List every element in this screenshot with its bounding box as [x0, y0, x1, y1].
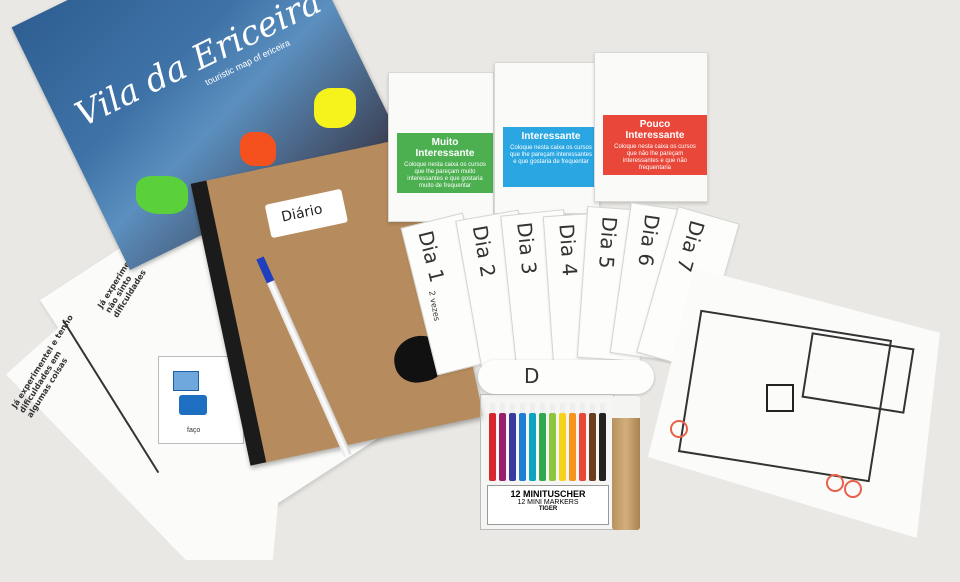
play-button-icon [766, 384, 794, 412]
wireframe-sheet [648, 268, 940, 538]
box-title: Pouco Interessante [625, 119, 685, 141]
day-slip-text: Dia 1 [413, 228, 450, 285]
marker [509, 403, 516, 481]
marker [489, 403, 496, 481]
marker-pack-subtitle: 12 MINI MARKERS [517, 499, 579, 506]
box-band: Interessante Coloque nesta caixa os curs… [503, 127, 599, 187]
notebook-label-text: Diário [280, 201, 324, 226]
sticky-note-orange [240, 132, 276, 166]
marker [579, 403, 586, 481]
marker-pack-title: 12 MINITUSCHER [510, 489, 586, 499]
fullscreen-icon [844, 480, 862, 498]
marker-pack: 12 MINITUSCHER 12 MINI MARKERS TIGER [480, 394, 614, 530]
box-pouco-interessante[interactable]: Pouco Interessante Coloque nesta caixa o… [594, 52, 708, 202]
day-slip-text: Dia 7 [671, 217, 710, 275]
box-muito-interessante[interactable]: Muito Interessante Coloque nesta caixa o… [388, 72, 494, 222]
day-slip-text: Dia 2 [467, 223, 501, 280]
glue-stick [612, 396, 640, 530]
volume-icon [826, 474, 844, 492]
play-control-icon [670, 420, 688, 438]
marker [499, 403, 506, 481]
rolled-slip: D [478, 360, 654, 394]
box-band: Muito Interessante Coloque nesta caixa o… [397, 133, 493, 193]
rolled-slip-text: D [524, 364, 540, 388]
map-title: Vila da Ericeira [69, 0, 328, 136]
sticky-note-green [136, 176, 188, 214]
box-band: Pouco Interessante Coloque nesta caixa o… [603, 115, 707, 175]
sticky-note-yellow [314, 88, 356, 128]
camera-icon [179, 395, 207, 415]
marker [569, 403, 576, 481]
marker [549, 403, 556, 481]
marker [539, 403, 546, 481]
notebook-label: Diário [264, 188, 349, 239]
box-title: Interessante [521, 131, 581, 142]
card-caption: faço [187, 427, 201, 434]
marker [519, 403, 526, 481]
box-desc: Coloque nesta caixa os cursos que não lh… [614, 144, 696, 171]
day-slip-text: Dia 5 [594, 215, 622, 270]
box-desc: Coloque nesta caixa os cursos que lhe pa… [509, 145, 593, 165]
box-desc: Coloque nesta caixa os cursos que lhe pa… [404, 162, 486, 189]
marker [529, 403, 536, 481]
photo-icon [173, 371, 199, 391]
marker [589, 403, 596, 481]
day-slip-text: Dia 3 [512, 221, 542, 276]
day-slip-text: Dia 4 [554, 222, 582, 277]
day-slip-text: Dia 6 [633, 212, 665, 268]
box-title: Muito Interessante [415, 137, 475, 159]
marker [599, 403, 606, 481]
marker-pack-brand: TIGER [538, 506, 558, 512]
marker-pack-label: 12 MINITUSCHER 12 MINI MARKERS TIGER [487, 485, 609, 525]
box-interessante[interactable]: Interessante Coloque nesta caixa os curs… [494, 62, 600, 214]
marker [559, 403, 566, 481]
